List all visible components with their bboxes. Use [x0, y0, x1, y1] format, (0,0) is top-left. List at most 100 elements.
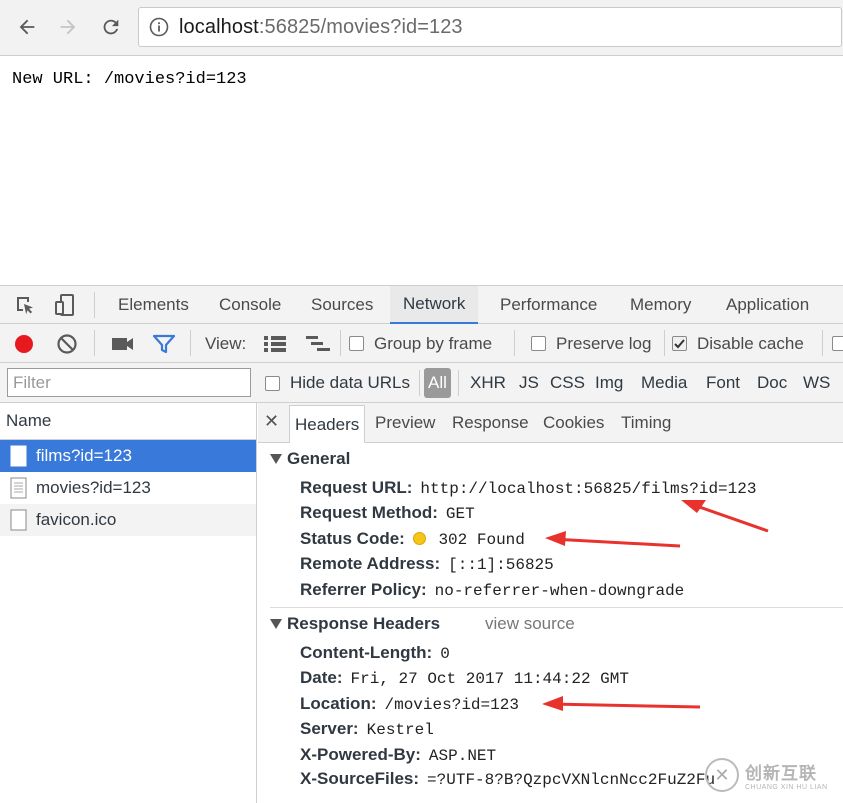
header-value: [::1]:56825 [448, 556, 554, 574]
disable-cache-checkbox[interactable] [672, 336, 687, 351]
header-key: Date: [300, 668, 343, 687]
header-value: ASP.NET [428, 747, 497, 765]
list-view-icon [264, 335, 286, 352]
request-name: favicon.ico [36, 510, 117, 529]
header-row: Content-Length: 0 [300, 643, 450, 663]
filter-all-button[interactable]: All [424, 368, 451, 398]
status-text: 302 Found [438, 531, 525, 549]
filter-js-button[interactable]: JS [519, 363, 539, 403]
watermark-text: 创新互联 CHUANG XIN HU LIAN [745, 759, 828, 791]
offline-option[interactable] [832, 324, 843, 363]
filter-media-button[interactable]: Media [641, 363, 687, 403]
tab-response[interactable]: Response [452, 403, 529, 443]
browser-toolbar: localhost:56825/movies?id=123 [0, 0, 843, 56]
watermark-cn: 创新互联 [745, 764, 817, 783]
details-tabbar: ✕ Headers Preview Response Cookies Timin… [258, 403, 843, 443]
header-row: Referrer Policy: no-referrer-when-downgra… [300, 580, 684, 600]
view-label: View: [205, 333, 247, 353]
group-by-frame-checkbox[interactable] [349, 336, 364, 351]
devtools-tabbar: Elements Console Sources Network Perform… [0, 285, 843, 324]
header-key: Content-Length: [300, 643, 433, 662]
network-toolbar: View: Group by frame Preserve log Disabl… [0, 324, 843, 363]
filter-doc-button[interactable]: Doc [757, 363, 787, 403]
device-toolbar-icon[interactable] [52, 292, 78, 318]
tab-memory[interactable]: Memory [630, 286, 691, 324]
header-row: X-Powered-By: ASP.NET [300, 745, 496, 765]
header-key: Referrer Policy: [300, 580, 427, 599]
view-source-link[interactable]: view source [485, 614, 575, 634]
tab-sources[interactable]: Sources [311, 286, 373, 324]
general-title: General [287, 449, 351, 468]
close-icon[interactable]: ✕ [264, 411, 279, 432]
header-row: Remote Address: [::1]:56825 [300, 554, 554, 574]
tab-cookies[interactable]: Cookies [543, 403, 604, 443]
reload-icon [103, 19, 119, 35]
camera-icon [112, 337, 133, 350]
header-value: =?UTF-8?B?QzpcVXNlcnNcc2FuZ2Fu [427, 771, 716, 789]
name-column-header[interactable]: Name [0, 403, 256, 440]
filter-css-button[interactable]: CSS [550, 363, 585, 403]
header-value: no-referrer-when-downgrade [434, 582, 685, 600]
page-message: New URL: /movies?id=123 [12, 70, 247, 89]
header-row: Status Code: 302 Found [300, 529, 525, 549]
hide-data-urls-checkbox[interactable] [265, 375, 280, 391]
response-headers-section-header[interactable]: Response Headers [270, 614, 440, 634]
back-arrow-icon [19, 19, 35, 35]
header-key: X-SourceFiles: [300, 769, 420, 788]
general-section-header[interactable]: General [270, 449, 350, 469]
preserve-log-option[interactable]: Preserve log [531, 324, 651, 363]
hide-data-urls-option[interactable]: Hide data URLs [265, 363, 410, 403]
header-row: Location: /movies?id=123 [300, 694, 519, 714]
tab-console[interactable]: Console [219, 286, 281, 324]
header-row: Date: Fri, 27 Oct 2017 11:44:22 GMT [300, 668, 629, 688]
request-name: movies?id=123 [36, 478, 151, 497]
forward-arrow-icon [60, 19, 76, 35]
filter-input[interactable]: Filter [7, 368, 251, 397]
filter-toggle-button[interactable] [152, 324, 176, 363]
tab-network[interactable]: Network [390, 286, 479, 324]
tab-timing[interactable]: Timing [621, 403, 671, 443]
filter-ws-button[interactable]: WS [803, 363, 830, 403]
forward-button[interactable] [53, 10, 83, 44]
clear-button[interactable] [56, 324, 78, 363]
request-row[interactable]: favicon.ico [0, 504, 256, 536]
reload-button[interactable] [96, 10, 126, 44]
clear-icon [57, 333, 77, 354]
header-value: /movies?id=123 [384, 696, 519, 714]
tab-preview[interactable]: Preview [375, 403, 435, 443]
header-key: Server: [300, 719, 359, 738]
inspect-element-icon[interactable] [12, 292, 38, 318]
expand-triangle-icon [270, 619, 282, 629]
request-row[interactable]: movies?id=123 [0, 472, 256, 504]
address-bar[interactable]: localhost:56825/movies?id=123 [138, 7, 842, 47]
url-host: localhost [179, 15, 259, 38]
group-by-frame-option[interactable]: Group by frame [349, 324, 492, 363]
header-value: GET [445, 505, 475, 523]
filter-xhr-button[interactable]: XHR [470, 363, 506, 403]
waterfall-overview-button[interactable] [305, 324, 331, 363]
header-key: Location: [300, 694, 377, 713]
info-icon[interactable] [149, 17, 169, 37]
filter-font-button[interactable]: Font [706, 363, 740, 403]
capture-screenshots-button[interactable] [112, 324, 134, 363]
preserve-log-checkbox[interactable] [531, 336, 546, 351]
header-key: Remote Address: [300, 554, 441, 573]
file-icon [10, 509, 27, 531]
tab-application[interactable]: Application [726, 286, 809, 324]
offline-checkbox[interactable] [832, 336, 843, 351]
header-value: http://localhost:56825/films?id=123 [420, 480, 757, 498]
tab-headers[interactable]: Headers [289, 405, 366, 443]
record-icon [15, 334, 33, 353]
request-row[interactable]: films?id=123 [0, 440, 256, 472]
back-button[interactable] [12, 10, 42, 44]
watermark-en: CHUANG XIN HU LIAN [745, 784, 828, 791]
tab-elements[interactable]: Elements [118, 286, 189, 324]
filter-img-button[interactable]: Img [595, 363, 623, 403]
tab-performance[interactable]: Performance [500, 286, 597, 324]
disable-cache-option[interactable]: Disable cache [672, 324, 804, 363]
url-text[interactable]: localhost:56825/movies?id=123 [179, 16, 463, 39]
filter-funnel-icon [152, 334, 176, 353]
record-button[interactable] [14, 324, 34, 363]
response-headers-title: Response Headers [287, 614, 441, 633]
large-rows-button[interactable] [263, 324, 287, 363]
